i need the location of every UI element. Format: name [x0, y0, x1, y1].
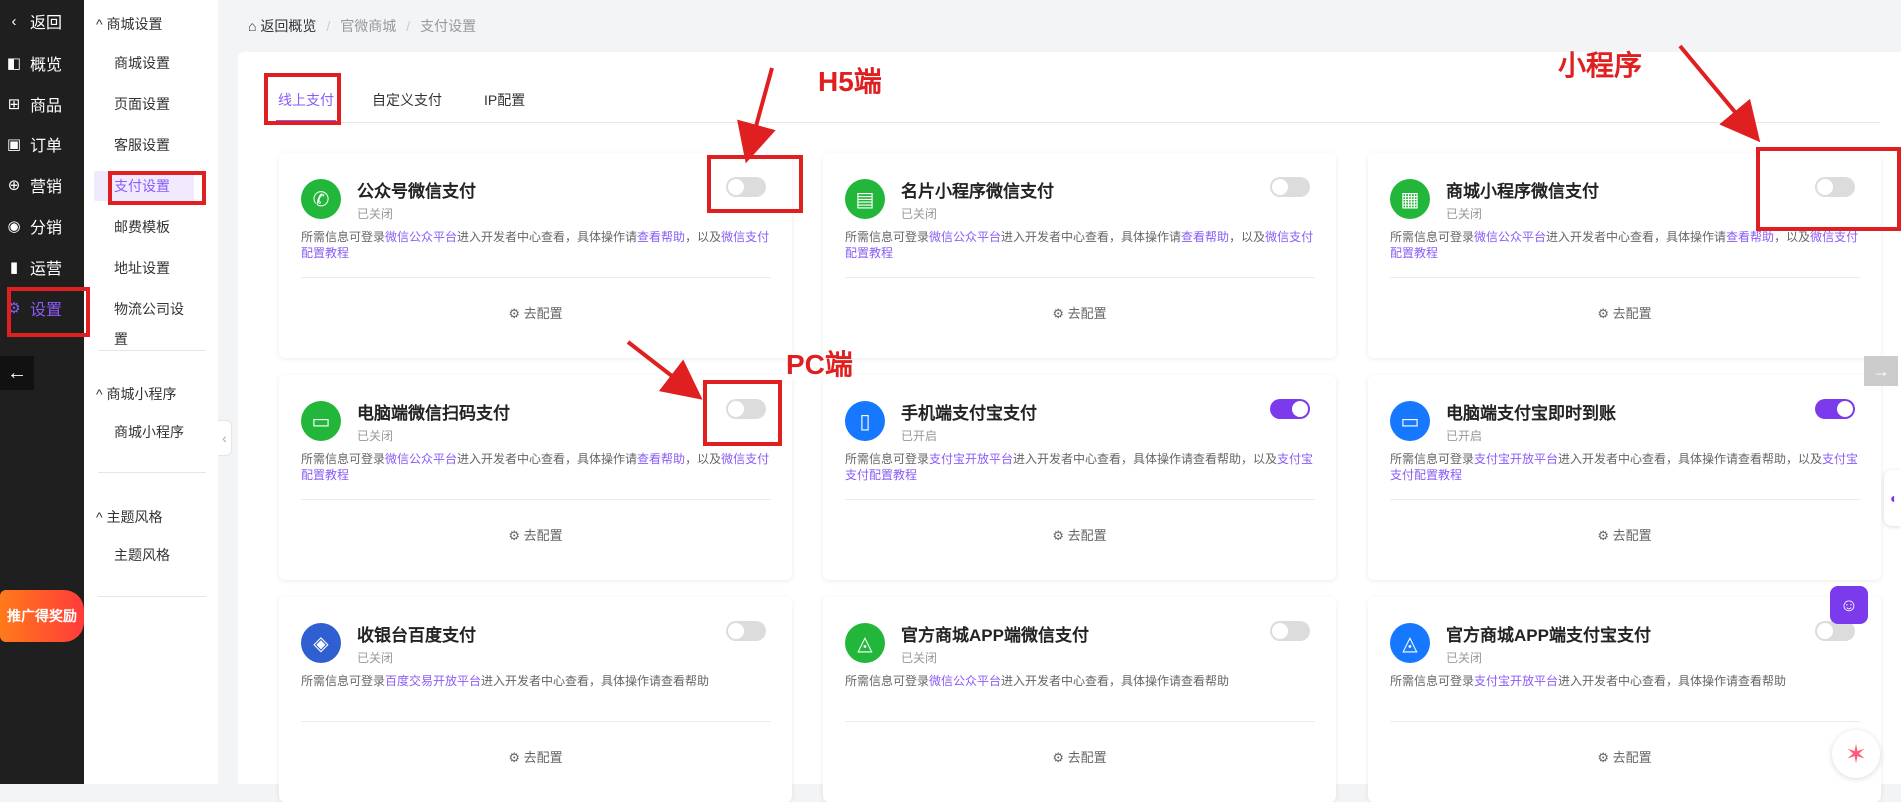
assistant-button[interactable]: ✶ [1832, 730, 1880, 778]
scroll-right-button[interactable]: → [1864, 356, 1898, 386]
arrow-miniprogram [1678, 44, 1761, 143]
chat-button[interactable]: ☺ [1830, 586, 1868, 624]
headset-icon[interactable]: ◖ [1884, 470, 1901, 526]
arrow-pc [626, 340, 703, 400]
arrow-h5 [737, 67, 776, 164]
arrow-right-icon: → [1872, 360, 1890, 381]
sparkle-icon: ✶ [1845, 738, 1867, 769]
annotation-arrows [626, 44, 1761, 400]
chat-icon: ☺ [1839, 594, 1859, 615]
